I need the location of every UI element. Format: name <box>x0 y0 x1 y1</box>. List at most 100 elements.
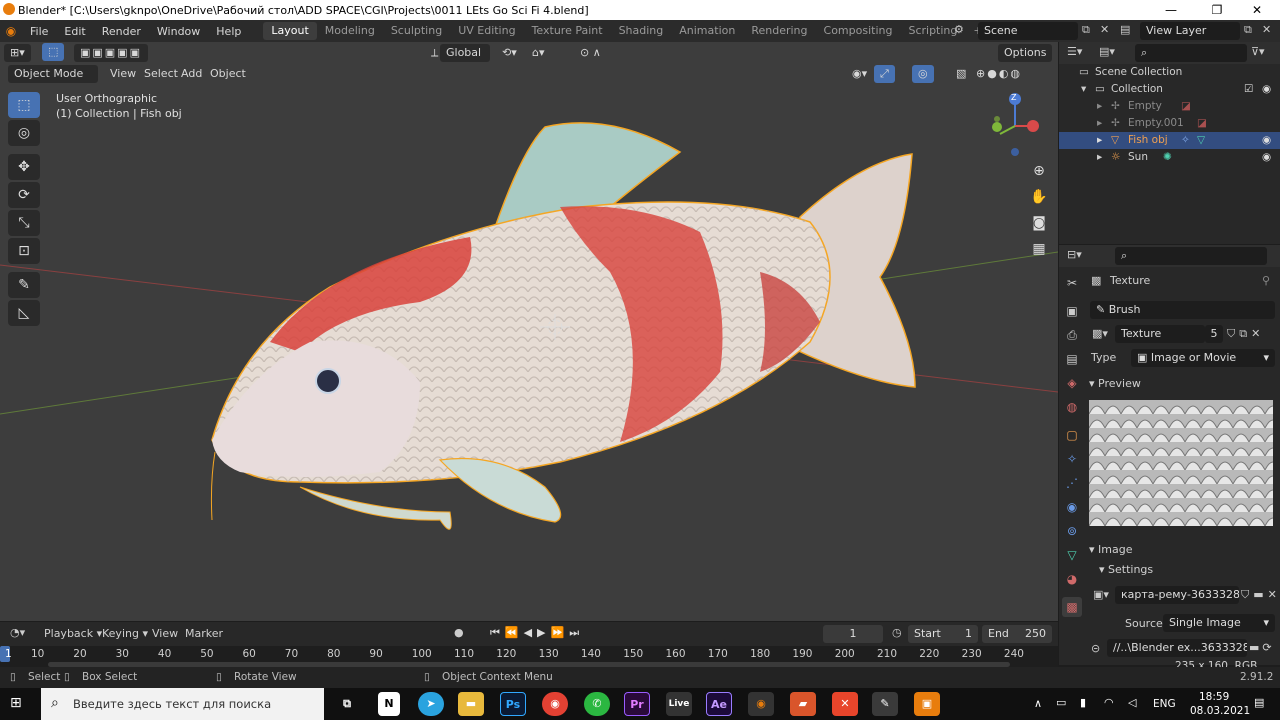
tool-annotate[interactable]: ✎ <box>8 272 40 298</box>
outliner-row-sun[interactable]: ▸ ☼ Sun ✺ ◉ <box>1059 149 1280 166</box>
tool-transform[interactable]: ⊡ <box>8 238 40 264</box>
new-scene-icon[interactable]: ⧉ <box>1082 23 1090 37</box>
tab-rendering[interactable]: Rendering <box>743 22 815 40</box>
gizmo-toggle-icon[interactable]: ⤢ <box>874 65 895 83</box>
world-tab-icon[interactable]: ◍ <box>1062 397 1082 417</box>
outliner-row-empty[interactable]: ▸ ✢ Empty ◪ <box>1059 98 1280 115</box>
mode-dropdown[interactable]: Object Mode <box>8 65 98 83</box>
image-actions-icons[interactable]: ⛉▬✕ <box>1241 588 1280 602</box>
taskbar-search-box[interactable]: ⌕ Введите здесь текст для поиска <box>41 688 324 720</box>
filepath-field[interactable]: //..\Blender ex...36333287.jpg <box>1107 639 1247 657</box>
tab-texture-paint[interactable]: Texture Paint <box>524 22 611 40</box>
visibility-icon[interactable]: ◉▾ <box>846 65 873 83</box>
menu-file[interactable]: File <box>22 25 56 38</box>
menu-render[interactable]: Render <box>94 25 149 38</box>
display-mode-icon[interactable]: ▤▾ <box>1099 45 1115 58</box>
live-app-icon[interactable]: Live <box>666 692 692 716</box>
language-indicator[interactable]: ENG <box>1153 698 1176 710</box>
end-frame-field[interactable]: End 250 <box>982 625 1052 643</box>
tab-sculpting[interactable]: Sculpting <box>383 22 450 40</box>
office-app-icon[interactable]: ▰ <box>790 692 816 716</box>
image-name-field[interactable]: карта-рему-3633328... <box>1115 586 1239 604</box>
filepath-link-icon[interactable]: ⊝ <box>1091 642 1100 655</box>
tray-battery-icon[interactable]: ▮ <box>1080 696 1086 709</box>
outliner-row-collection[interactable]: ▾ ▭ Collection ☑ ◉ <box>1059 81 1280 98</box>
source-dropdown[interactable]: Single Image ▾ <box>1163 614 1275 632</box>
select-tool-icon[interactable]: ⬚ <box>42 43 65 61</box>
texture-users-count[interactable]: 5 <box>1205 325 1223 343</box>
sun-visibility-icon[interactable]: ◉ <box>1262 149 1271 166</box>
tool-cursor[interactable]: ◎ <box>8 120 40 146</box>
preview-panel-header[interactable]: ▾ Preview <box>1089 377 1141 390</box>
texture-name-field[interactable]: Texture <box>1115 325 1205 343</box>
playback-controls-icons[interactable]: ⏮⏪◀▶⏩⏭ <box>490 626 584 640</box>
tab-shading[interactable]: Shading <box>611 22 672 40</box>
overlay-toggle-icon[interactable]: ◎ <box>912 65 934 83</box>
tab-compositing[interactable]: Compositing <box>816 22 901 40</box>
scene-field[interactable]: Scene <box>978 22 1078 40</box>
delete-view-layer-icon[interactable]: ✕ <box>1262 23 1271 36</box>
view-layer-field[interactable]: View Layer <box>1140 22 1240 40</box>
notifications-icon[interactable]: ▤ <box>1254 696 1264 709</box>
render-tab-icon[interactable]: ▣ <box>1062 301 1082 321</box>
tool-tab-icon[interactable]: ✂ <box>1062 273 1082 293</box>
image-browse-icon[interactable]: ▣▾ <box>1093 588 1109 601</box>
zoom-icon[interactable]: ⊕ <box>1027 159 1051 183</box>
particles-tab-icon[interactable]: ⋰ <box>1062 473 1082 493</box>
menu-edit[interactable]: Edit <box>56 25 93 38</box>
viewport-canvas[interactable] <box>0 42 1058 621</box>
filepath-actions-icons[interactable]: ▬⟳ <box>1249 641 1275 654</box>
windows-start-icon[interactable]: ⊞ <box>10 695 22 711</box>
timeline-editor-icon[interactable]: ◔▾ <box>10 626 25 639</box>
outliner-search-input[interactable]: ⌕ <box>1135 44 1247 62</box>
view-layer-tab-icon[interactable]: ▤ <box>1062 349 1082 369</box>
texture-actions-icons[interactable]: ⛉⧉✕ <box>1227 327 1264 341</box>
tool-app-icon[interactable]: ✎ <box>872 692 898 716</box>
preview-range-icon[interactable]: ◷ <box>892 626 902 639</box>
new-view-layer-icon[interactable]: ⧉ <box>1244 23 1252 37</box>
scene-tab-icon[interactable]: ◈ <box>1062 373 1082 393</box>
premiere-app-icon[interactable]: Pr <box>624 692 650 716</box>
whatsapp-app-icon[interactable]: ✆ <box>584 692 610 716</box>
image-panel-header[interactable]: ▾ Image <box>1089 543 1132 556</box>
tab-uv-editing[interactable]: UV Editing <box>450 22 523 40</box>
telegram-app-icon[interactable]: ➤ <box>418 692 444 716</box>
menu-marker[interactable]: Marker <box>185 627 223 640</box>
collection-visibility-icon[interactable]: ◉ <box>1262 81 1271 98</box>
start-frame-field[interactable]: Start 1 <box>908 625 978 643</box>
properties-editor-icon[interactable]: ⊟▾ <box>1067 248 1082 261</box>
constraints-tab-icon[interactable]: ⊚ <box>1062 521 1082 541</box>
data-tab-icon[interactable]: ▽ <box>1062 545 1082 565</box>
tray-volume-icon[interactable]: ◁ <box>1128 696 1136 709</box>
tray-chevron-icon[interactable]: ∧ <box>1034 697 1042 710</box>
minimize-button[interactable]: — <box>1148 0 1194 20</box>
tab-animation[interactable]: Animation <box>671 22 743 40</box>
tool-measure[interactable]: ◺ <box>8 300 40 326</box>
options-button[interactable]: Options <box>998 44 1053 62</box>
tab-layout[interactable]: Layout <box>263 22 317 40</box>
outliner-row-fish-obj[interactable]: ▸ ▽ Fish obj ✧ ▽ ◉ <box>1059 132 1280 149</box>
delete-scene-icon[interactable]: ✕ <box>1100 23 1109 36</box>
current-frame-field[interactable]: 1 <box>823 625 883 643</box>
camera-icon[interactable]: ◙ <box>1027 211 1051 235</box>
menu-playback[interactable]: Playback ▾ <box>44 627 102 640</box>
outliner-editor-icon[interactable]: ☰▾ <box>1067 45 1082 58</box>
collapse-arrow-icon[interactable]: ▸ <box>1097 132 1102 149</box>
properties-search-input[interactable]: ⌕ <box>1115 247 1267 265</box>
blender-render-icon[interactable]: ▣ <box>914 692 940 716</box>
pivot-point-icon[interactable]: ⟲▾ <box>496 44 523 62</box>
blender-app-icon[interactable]: ◉ <box>748 692 774 716</box>
material-tab-icon[interactable]: ◕ <box>1062 569 1082 589</box>
brush-dropdown[interactable]: ✎ Brush <box>1090 301 1275 319</box>
proportional-edit-icon[interactable]: ⊙ ∧ <box>574 44 607 62</box>
menu-view[interactable]: View <box>104 65 142 83</box>
filter-icon[interactable]: ⊽▾ <box>1251 45 1265 58</box>
after-effects-app-icon[interactable]: Ae <box>706 692 732 716</box>
chrome-app-icon[interactable]: ◉ <box>542 692 568 716</box>
file-explorer-icon[interactable]: ▬ <box>458 692 484 716</box>
pin-icon[interactable]: ⚲ <box>1262 274 1270 287</box>
transform-orientation-dropdown[interactable]: Global <box>440 44 490 62</box>
type-dropdown[interactable]: ▣ Image or Movie ▾ <box>1131 349 1275 367</box>
tray-network-icon[interactable]: ▭ <box>1056 696 1066 709</box>
selection-mode-icons[interactable]: ▣▣▣▣▣ <box>74 44 148 62</box>
